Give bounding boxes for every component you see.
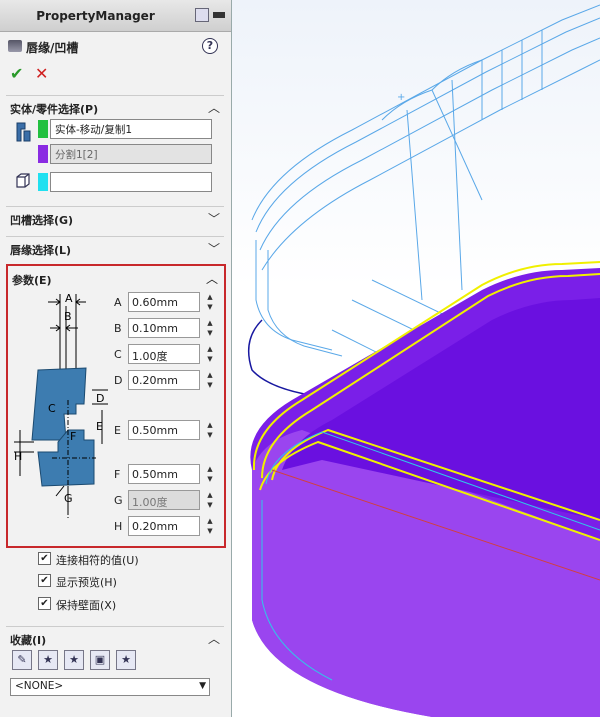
param-input-d[interactable]: 0.20mm: [128, 370, 200, 390]
param-input-c[interactable]: 1.00度: [128, 344, 200, 364]
diagram-label-c: C: [48, 402, 56, 415]
star-add-icon[interactable]: ★: [38, 650, 58, 670]
color-chip-purple: [38, 145, 48, 163]
face-select-icon: [16, 173, 30, 188]
checkbox[interactable]: ✔: [38, 552, 51, 565]
param-row-g: G 1.00度 ▲ ▼: [114, 490, 222, 512]
param-input-g[interactable]: 1.00度: [128, 490, 200, 510]
param-row-f: F 0.50mm ▲ ▼: [114, 464, 222, 486]
checkbox-label: 保持壁面(X): [56, 599, 117, 612]
dropdown-arrow-icon[interactable]: ▼: [199, 681, 206, 691]
lip-groove-diagram: A B C D E F G H: [14, 292, 108, 520]
property-manager-panel: PropertyManager 唇缘/凹槽 ? ✔ ✕ 实体/零件选择(P) ︿…: [0, 0, 232, 717]
spinner-icon[interactable]: ▲ ▼: [204, 292, 216, 312]
param-row-d: D 0.20mm ▲ ▼: [114, 370, 222, 392]
section-label: 实体/零件选择(P): [10, 103, 99, 116]
spinner-icon[interactable]: ▲ ▼: [204, 464, 216, 484]
color-chip-green: [38, 120, 48, 138]
diagram-label-f: F: [70, 430, 76, 443]
param-letter: E: [114, 424, 121, 437]
param-input-b[interactable]: 0.10mm: [128, 318, 200, 338]
param-letter: C: [114, 348, 122, 361]
star-load-icon[interactable]: ★: [116, 650, 136, 670]
diagram-label-a: A: [65, 292, 73, 305]
param-row-h: H 0.20mm ▲ ▼: [114, 516, 222, 538]
favorites-toolbar: ✎ ★ ★ ▣ ★: [12, 650, 142, 672]
checkbox-row[interactable]: ✔ 显示预览(H): [38, 572, 218, 590]
lip-groove-icon: [8, 40, 22, 52]
face-selection-field[interactable]: [50, 172, 212, 192]
panel-header: PropertyManager: [0, 0, 231, 32]
param-input-a[interactable]: 0.60mm: [128, 292, 200, 312]
param-letter: G: [114, 494, 123, 507]
param-row-c: C 1.00度 ▲ ▼: [114, 344, 222, 366]
chevron-up-icon[interactable]: ︿: [208, 99, 220, 116]
diagram-label-b: B: [64, 310, 72, 323]
graphics-viewport[interactable]: +: [232, 0, 600, 717]
expand-icon[interactable]: [195, 8, 209, 22]
checkbox-label: 显示预览(H): [56, 576, 117, 589]
parameters-group: 参数(E) ︿ A B C D E F G H: [6, 264, 226, 548]
star-delete-icon[interactable]: ★: [64, 650, 84, 670]
spinner-icon[interactable]: ▲ ▼: [204, 420, 216, 440]
feature-row: 唇缘/凹槽 ?: [8, 36, 218, 58]
checkbox[interactable]: ✔: [38, 597, 51, 610]
chevron-down-icon[interactable]: ﹀: [208, 210, 220, 227]
diagram-label-d: D: [96, 392, 104, 405]
pin-icon[interactable]: [213, 12, 225, 18]
param-row-e: E 0.50mm ▲ ▼: [114, 420, 222, 442]
param-row-a: A 0.60mm ▲ ▼: [114, 292, 222, 314]
param-input-h[interactable]: 0.20mm: [128, 516, 200, 536]
spinner-icon[interactable]: ▲ ▼: [204, 318, 216, 338]
section-favorites[interactable]: 收藏(I) ︿: [6, 626, 224, 648]
wand-icon[interactable]: ✎: [12, 650, 32, 670]
param-letter: F: [114, 468, 121, 481]
param-letter: H: [114, 520, 123, 533]
param-row-b: B 0.10mm ▲ ▼: [114, 318, 222, 340]
feature-title: 唇缘/凹槽: [26, 41, 79, 55]
section-label: 凹槽选择(G): [10, 214, 74, 227]
spinner-icon[interactable]: ▲ ▼: [204, 344, 216, 364]
body-selection-field[interactable]: 实体-移动/复制1: [50, 119, 212, 139]
origin-marker: +: [397, 92, 405, 103]
checkbox-label: 连接相符的值(U): [56, 554, 139, 567]
chevron-up-icon[interactable]: ︿: [208, 630, 220, 647]
color-chip-cyan: [38, 173, 48, 191]
favorites-select[interactable]: <NONE> ▼: [10, 678, 210, 696]
save-icon[interactable]: ▣: [90, 650, 110, 670]
favorites-select-value: <NONE>: [15, 680, 64, 692]
checkbox-row[interactable]: ✔ 连接相符的值(U): [38, 550, 218, 568]
body-selection-field-2[interactable]: 分割1[2]: [50, 144, 212, 164]
checkbox-row[interactable]: ✔ 保持壁面(X): [38, 595, 218, 613]
body-select-icon: [16, 122, 31, 142]
help-icon[interactable]: ?: [202, 38, 218, 54]
param-letter: B: [114, 322, 122, 335]
section-label: 参数(E): [12, 274, 52, 287]
section-label: 收藏(I): [10, 634, 47, 647]
section-body-select[interactable]: 实体/零件选择(P) ︿: [6, 95, 224, 117]
param-input-f[interactable]: 0.50mm: [128, 464, 200, 484]
param-letter: D: [114, 374, 123, 387]
section-groove-select[interactable]: 凹槽选择(G) ﹀: [6, 206, 224, 228]
panel-title: PropertyManager: [36, 9, 155, 23]
chevron-up-icon[interactable]: ︿: [206, 270, 218, 287]
spinner-icon[interactable]: ▲ ▼: [204, 370, 216, 390]
model-render[interactable]: +: [232, 0, 600, 717]
spinner-icon[interactable]: ▲ ▼: [204, 490, 216, 510]
cancel-button[interactable]: ✕: [35, 64, 48, 83]
checkbox[interactable]: ✔: [38, 574, 51, 587]
param-input-e[interactable]: 0.50mm: [128, 420, 200, 440]
section-label: 唇缘选择(L): [10, 244, 72, 257]
chevron-down-icon[interactable]: ﹀: [208, 240, 220, 257]
section-lip-select[interactable]: 唇缘选择(L) ﹀: [6, 236, 224, 258]
param-letter: A: [114, 296, 122, 309]
ok-button[interactable]: ✔: [10, 64, 23, 83]
spinner-icon[interactable]: ▲ ▼: [204, 516, 216, 536]
